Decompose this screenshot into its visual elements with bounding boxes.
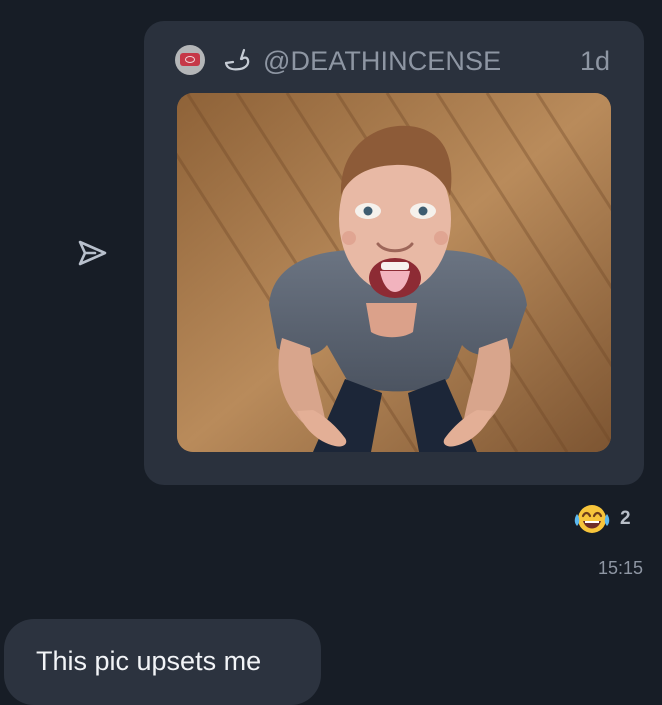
post-header: @DEATHINCENSE 1d <box>144 21 644 103</box>
reaction-chip[interactable]: 2 <box>570 499 640 539</box>
pointing-hand-emoji <box>222 48 256 74</box>
masked-avatar-icon[interactable] <box>175 45 205 75</box>
message-time: 15:15 <box>597 558 643 578</box>
post-age: 1d <box>579 46 610 76</box>
reaction-count: 2 <box>620 508 631 529</box>
post-handle[interactable]: @DEATHINCENSE <box>263 45 501 77</box>
message-text: This pic upsets me <box>36 646 262 676</box>
shared-post-card[interactable]: @DEATHINCENSE 1d <box>144 21 644 485</box>
shared-photo[interactable] <box>177 93 611 452</box>
chat-message-bubble[interactable]: This pic upsets me <box>4 619 321 705</box>
send-icon[interactable] <box>74 234 112 272</box>
face-with-tears-of-joy-emoji <box>573 501 611 537</box>
